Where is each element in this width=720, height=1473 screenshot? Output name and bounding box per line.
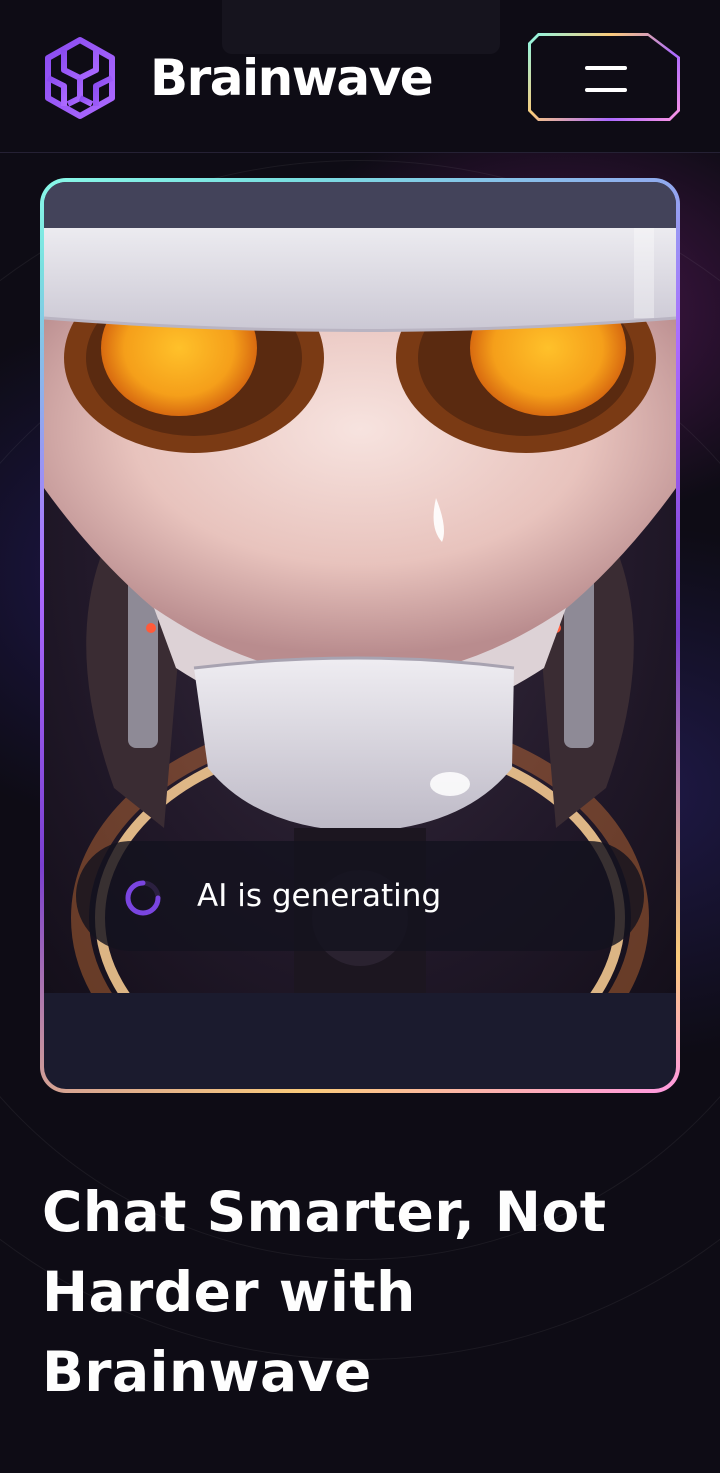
hero-card: AI is generating bbox=[44, 182, 676, 1089]
brainwave-logo-icon[interactable] bbox=[38, 36, 122, 120]
status-text: AI is generating bbox=[197, 878, 442, 914]
headline-line-2: Harder with Brainwave bbox=[42, 1260, 416, 1404]
ai-generating-status: AI is generating bbox=[76, 841, 644, 951]
menu-button[interactable] bbox=[528, 33, 680, 121]
hero-headline: Chat Smarter, Not Harder with Brainwave bbox=[42, 1172, 702, 1412]
loading-spinner-icon bbox=[124, 879, 162, 917]
hamburger-menu-icon bbox=[585, 66, 627, 92]
site-header: Brainwave bbox=[0, 0, 720, 153]
card-top-bar bbox=[44, 182, 676, 228]
page: Brainwave AI is generating Chat Smarter,… bbox=[0, 0, 720, 1473]
brand-name[interactable]: Brainwave bbox=[150, 46, 434, 110]
headline-line-1: Chat Smarter, Not bbox=[42, 1180, 607, 1244]
